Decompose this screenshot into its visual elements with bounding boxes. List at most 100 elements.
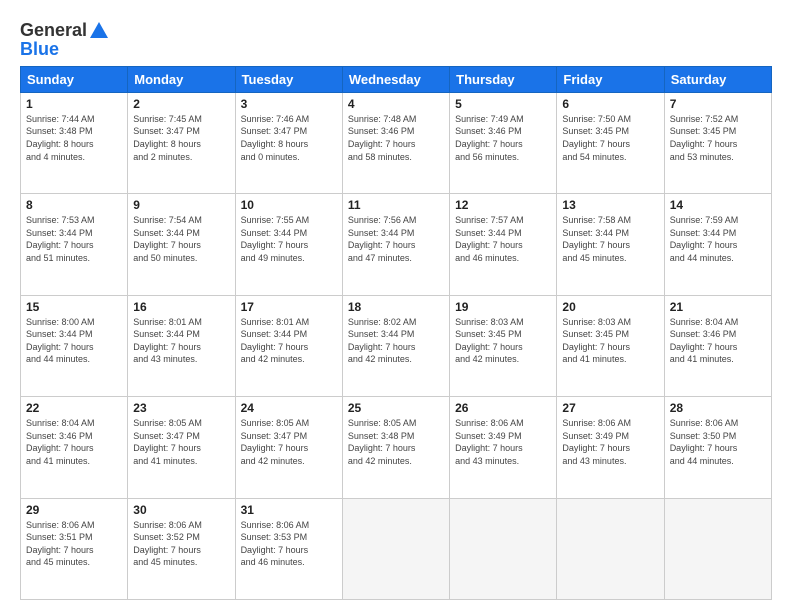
- day-number: 8: [26, 198, 122, 212]
- day-cell: 18 Sunrise: 8:02 AMSunset: 3:44 PMDayligh…: [342, 295, 449, 396]
- day-cell: [450, 498, 557, 599]
- day-cell: 17Sunrise: 8:01 AMSunset: 3:44 PMDayligh…: [235, 295, 342, 396]
- day-number: 10: [241, 198, 337, 212]
- day-cell: 20 Sunrise: 8:03 AMSunset: 3:45 PMDayligh…: [557, 295, 664, 396]
- day-cell: 19 Sunrise: 8:03 AMSunset: 3:45 PMDayligh…: [450, 295, 557, 396]
- day-number: 4: [348, 97, 444, 111]
- day-info: Sunrise: 8:03 AMSunset: 3:45 PMDaylight:…: [562, 316, 658, 366]
- day-number: 23: [133, 401, 229, 415]
- day-number: 29: [26, 503, 122, 517]
- day-info: Sunrise: 7:55 AMSunset: 3:44 PMDaylight:…: [241, 214, 337, 264]
- day-number: 20: [562, 300, 658, 314]
- day-info: Sunrise: 7:53 AMSunset: 3:44 PMDaylight:…: [26, 214, 122, 264]
- day-cell: 22 Sunrise: 8:04 AMSunset: 3:46 PMDayligh…: [21, 397, 128, 498]
- day-cell: 8 Sunrise: 7:53 AMSunset: 3:44 PMDaylight…: [21, 194, 128, 295]
- day-cell: [557, 498, 664, 599]
- weekday-header-sunday: Sunday: [21, 66, 128, 92]
- day-info: Sunrise: 8:06 AMSunset: 3:49 PMDaylight:…: [562, 417, 658, 467]
- day-cell: 3 Sunrise: 7:46 AMSunset: 3:47 PMDaylight…: [235, 92, 342, 193]
- weekday-header-wednesday: Wednesday: [342, 66, 449, 92]
- week-row-2: 8 Sunrise: 7:53 AMSunset: 3:44 PMDaylight…: [21, 194, 772, 295]
- day-number: 30: [133, 503, 229, 517]
- day-info: Sunrise: 8:06 AMSunset: 3:53 PMDaylight:…: [241, 519, 337, 569]
- day-number: 14: [670, 198, 766, 212]
- day-number: 16: [133, 300, 229, 314]
- day-info: Sunrise: 8:06 AMSunset: 3:51 PMDaylight:…: [26, 519, 122, 569]
- weekday-header-row: SundayMondayTuesdayWednesdayThursdayFrid…: [21, 66, 772, 92]
- day-cell: 4 Sunrise: 7:48 AMSunset: 3:46 PMDaylight…: [342, 92, 449, 193]
- day-cell: 2 Sunrise: 7:45 AMSunset: 3:47 PMDaylight…: [128, 92, 235, 193]
- day-number: 12: [455, 198, 551, 212]
- day-info: Sunrise: 7:49 AMSunset: 3:46 PMDaylight:…: [455, 113, 551, 163]
- day-number: 24: [241, 401, 337, 415]
- day-cell: 25 Sunrise: 8:05 AMSunset: 3:48 PMDayligh…: [342, 397, 449, 498]
- day-cell: 27 Sunrise: 8:06 AMSunset: 3:49 PMDayligh…: [557, 397, 664, 498]
- day-info: Sunrise: 7:58 AMSunset: 3:44 PMDaylight:…: [562, 214, 658, 264]
- day-info: Sunrise: 8:03 AMSunset: 3:45 PMDaylight:…: [455, 316, 551, 366]
- day-cell: 10 Sunrise: 7:55 AMSunset: 3:44 PMDayligh…: [235, 194, 342, 295]
- day-number: 26: [455, 401, 551, 415]
- day-number: 5: [455, 97, 551, 111]
- day-info: Sunrise: 8:06 AMSunset: 3:50 PMDaylight:…: [670, 417, 766, 467]
- day-cell: 26 Sunrise: 8:06 AMSunset: 3:49 PMDayligh…: [450, 397, 557, 498]
- day-number: 19: [455, 300, 551, 314]
- day-cell: 6Sunrise: 7:50 AMSunset: 3:45 PMDaylight…: [557, 92, 664, 193]
- day-info: Sunrise: 8:01 AMSunset: 3:44 PMDaylight:…: [133, 316, 229, 366]
- week-row-1: 1Sunrise: 7:44 AMSunset: 3:48 PMDaylight…: [21, 92, 772, 193]
- day-number: 18: [348, 300, 444, 314]
- day-cell: 14Sunrise: 7:59 AMSunset: 3:44 PMDayligh…: [664, 194, 771, 295]
- day-cell: 31Sunrise: 8:06 AMSunset: 3:53 PMDayligh…: [235, 498, 342, 599]
- day-number: 21: [670, 300, 766, 314]
- day-info: Sunrise: 7:45 AMSunset: 3:47 PMDaylight:…: [133, 113, 229, 163]
- day-cell: [342, 498, 449, 599]
- day-cell: 1Sunrise: 7:44 AMSunset: 3:48 PMDaylight…: [21, 92, 128, 193]
- day-cell: 23 Sunrise: 8:05 AMSunset: 3:47 PMDayligh…: [128, 397, 235, 498]
- day-cell: 21 Sunrise: 8:04 AMSunset: 3:46 PMDayligh…: [664, 295, 771, 396]
- day-cell: 29 Sunrise: 8:06 AMSunset: 3:51 PMDayligh…: [21, 498, 128, 599]
- day-number: 11: [348, 198, 444, 212]
- day-info: Sunrise: 8:06 AMSunset: 3:49 PMDaylight:…: [455, 417, 551, 467]
- day-number: 28: [670, 401, 766, 415]
- day-info: Sunrise: 7:48 AMSunset: 3:46 PMDaylight:…: [348, 113, 444, 163]
- day-number: 3: [241, 97, 337, 111]
- day-cell: 7 Sunrise: 7:52 AMSunset: 3:45 PMDaylight…: [664, 92, 771, 193]
- day-info: Sunrise: 8:02 AMSunset: 3:44 PMDaylight:…: [348, 316, 444, 366]
- day-number: 9: [133, 198, 229, 212]
- day-cell: 15Sunrise: 8:00 AMSunset: 3:44 PMDayligh…: [21, 295, 128, 396]
- week-row-3: 15Sunrise: 8:00 AMSunset: 3:44 PMDayligh…: [21, 295, 772, 396]
- day-info: Sunrise: 8:05 AMSunset: 3:48 PMDaylight:…: [348, 417, 444, 467]
- day-info: Sunrise: 7:46 AMSunset: 3:47 PMDaylight:…: [241, 113, 337, 163]
- day-cell: 28 Sunrise: 8:06 AMSunset: 3:50 PMDayligh…: [664, 397, 771, 498]
- day-cell: 5 Sunrise: 7:49 AMSunset: 3:46 PMDaylight…: [450, 92, 557, 193]
- day-number: 7: [670, 97, 766, 111]
- day-info: Sunrise: 7:54 AMSunset: 3:44 PMDaylight:…: [133, 214, 229, 264]
- day-cell: 9 Sunrise: 7:54 AMSunset: 3:44 PMDaylight…: [128, 194, 235, 295]
- day-cell: 11Sunrise: 7:56 AMSunset: 3:44 PMDayligh…: [342, 194, 449, 295]
- week-row-4: 22 Sunrise: 8:04 AMSunset: 3:46 PMDayligh…: [21, 397, 772, 498]
- calendar-page: General Blue SundayMondayTuesdayWednesda…: [0, 0, 792, 612]
- day-cell: [664, 498, 771, 599]
- day-number: 13: [562, 198, 658, 212]
- day-info: Sunrise: 8:00 AMSunset: 3:44 PMDaylight:…: [26, 316, 122, 366]
- day-cell: 16 Sunrise: 8:01 AMSunset: 3:44 PMDayligh…: [128, 295, 235, 396]
- logo-icon: [88, 20, 110, 42]
- week-row-5: 29 Sunrise: 8:06 AMSunset: 3:51 PMDayligh…: [21, 498, 772, 599]
- day-info: Sunrise: 7:44 AMSunset: 3:48 PMDaylight:…: [26, 113, 122, 163]
- logo: General Blue: [20, 20, 110, 60]
- weekday-header-thursday: Thursday: [450, 66, 557, 92]
- day-info: Sunrise: 8:04 AMSunset: 3:46 PMDaylight:…: [670, 316, 766, 366]
- day-info: Sunrise: 8:04 AMSunset: 3:46 PMDaylight:…: [26, 417, 122, 467]
- logo-blue: Blue: [20, 40, 110, 60]
- day-number: 2: [133, 97, 229, 111]
- day-info: Sunrise: 8:05 AMSunset: 3:47 PMDaylight:…: [241, 417, 337, 467]
- day-number: 22: [26, 401, 122, 415]
- day-number: 27: [562, 401, 658, 415]
- day-number: 25: [348, 401, 444, 415]
- day-number: 17: [241, 300, 337, 314]
- day-number: 6: [562, 97, 658, 111]
- day-info: Sunrise: 7:52 AMSunset: 3:45 PMDaylight:…: [670, 113, 766, 163]
- day-info: Sunrise: 7:57 AMSunset: 3:44 PMDaylight:…: [455, 214, 551, 264]
- weekday-header-monday: Monday: [128, 66, 235, 92]
- day-info: Sunrise: 8:05 AMSunset: 3:47 PMDaylight:…: [133, 417, 229, 467]
- header: General Blue: [20, 16, 772, 60]
